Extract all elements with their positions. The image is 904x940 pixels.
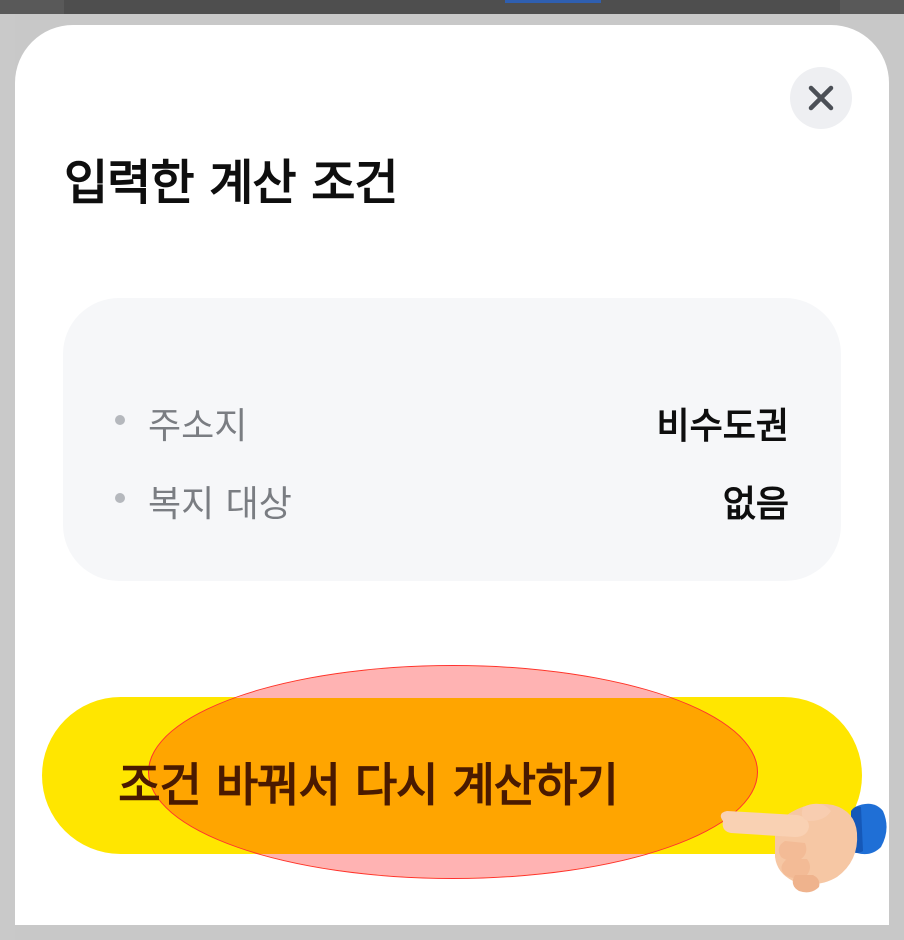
backdrop <box>0 14 15 940</box>
condition-value: 없음 <box>722 484 789 525</box>
condition-row-address: 주소지 비수도권 <box>115 395 789 447</box>
top-bar-link-underline <box>505 0 601 3</box>
close-icon <box>808 85 834 111</box>
bullet-dot <box>115 415 125 425</box>
bullet-dot <box>115 493 125 503</box>
highlight-bottom-band <box>149 854 757 878</box>
bottom-sheet: 입력한 계산 조건 주소지 비수도권 복지 대상 없음 조건 바꿔서 다시 계산… <box>15 25 889 925</box>
top-bar <box>0 0 904 14</box>
top-bar-inner <box>64 0 840 14</box>
close-button[interactable] <box>790 67 852 129</box>
sheet-title: 입력한 계산 조건 <box>64 155 399 211</box>
pointing-hand-icon <box>720 803 887 893</box>
condition-value: 비수도권 <box>656 406 789 447</box>
highlight-top-band <box>149 666 757 698</box>
condition-label: 주소지 <box>148 406 248 447</box>
conditions-card: 주소지 비수도권 복지 대상 없음 <box>63 298 841 581</box>
condition-row-welfare: 복지 대상 없음 <box>115 473 789 525</box>
condition-label: 복지 대상 <box>148 484 292 525</box>
